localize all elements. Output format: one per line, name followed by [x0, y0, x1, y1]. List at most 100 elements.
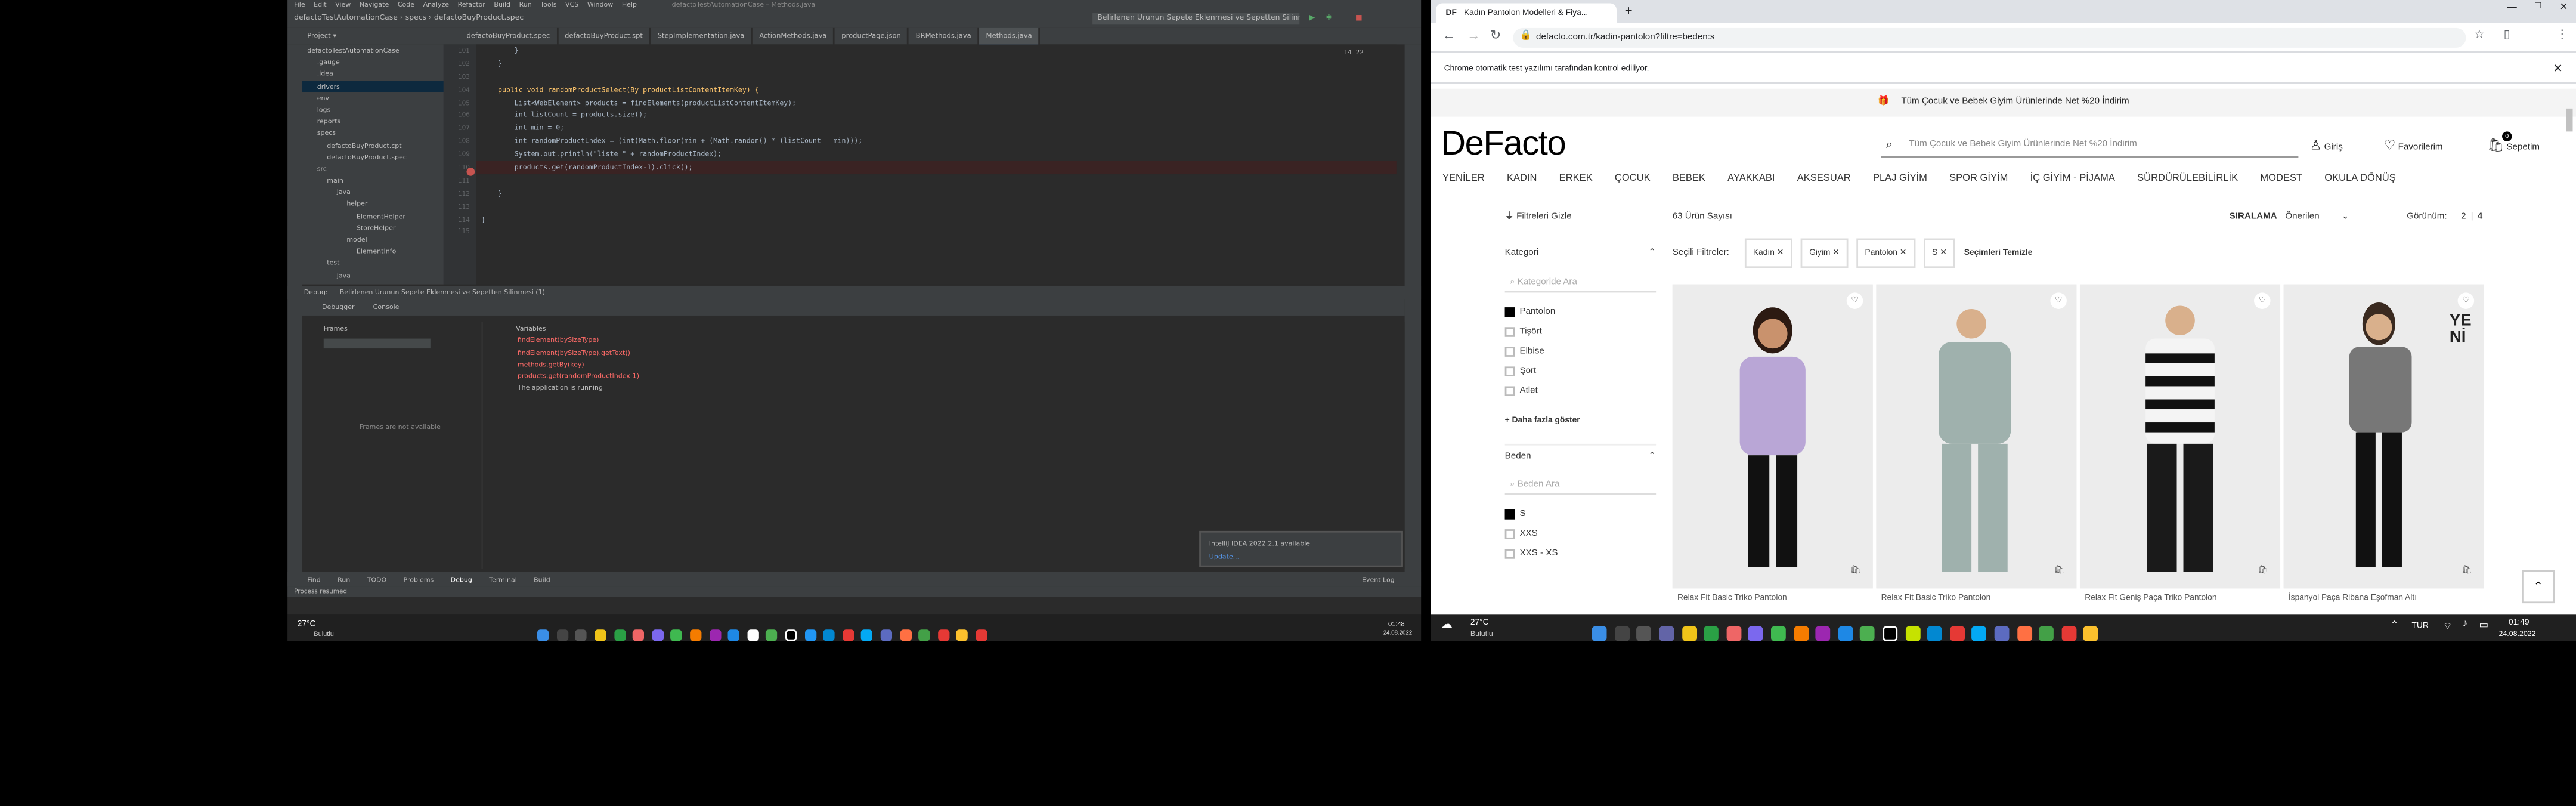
app-icon[interactable] — [1860, 626, 1875, 642]
intellij-icon[interactable] — [785, 629, 797, 642]
filter-chip[interactable]: Kadın ✕ — [1745, 238, 1792, 268]
filter-chip[interactable]: Giyim ✕ — [1801, 238, 1848, 268]
task-view-icon[interactable] — [575, 629, 587, 642]
tree-item[interactable]: .gauge — [302, 56, 444, 68]
product-card[interactable]: ♡ 🛍 — [1876, 284, 2077, 589]
chrome-icon[interactable] — [956, 629, 968, 642]
tree-item[interactable]: main — [302, 174, 444, 186]
tree-item[interactable]: src — [302, 162, 444, 174]
app-icon[interactable] — [614, 629, 626, 642]
tab-defactobuyproduct-spec[interactable]: defactoBuyProduct.spec — [460, 27, 559, 45]
app-icon[interactable] — [633, 629, 645, 642]
variable-row[interactable]: methods.getBy(key) — [509, 358, 1405, 370]
infobar-close-icon[interactable]: ✕ — [2553, 56, 2562, 84]
tree-item[interactable]: java — [302, 186, 444, 198]
checkbox-checked[interactable] — [1504, 306, 1515, 317]
menu-item[interactable]: SPOR GİYİM — [1949, 174, 2008, 184]
language-indicator[interactable]: TUR — [2411, 621, 2428, 631]
cart-link[interactable]: 🛍 0 Sepetim — [2487, 131, 2540, 153]
menu-item[interactable]: AYAKKABI — [1727, 174, 1775, 184]
scroll-to-top-button[interactable]: ⌃ — [2522, 570, 2555, 604]
search-icon[interactable] — [1614, 626, 1630, 642]
menu-item[interactable]: ERKEK — [1559, 174, 1593, 184]
toolwindow-todo[interactable]: TODO — [367, 575, 387, 583]
size-option[interactable]: XXS — [1504, 524, 1656, 544]
tree-item[interactable]: helper — [302, 198, 444, 210]
app-icon[interactable] — [1949, 626, 1965, 642]
tab-stepimplementation[interactable]: StepImplementation.java — [651, 27, 753, 45]
toolwindow-find[interactable]: Find — [307, 575, 321, 583]
sidepanel-icon[interactable]: ▯ — [2504, 28, 2510, 41]
app-icon[interactable] — [1816, 626, 1831, 642]
checkbox[interactable] — [1504, 326, 1515, 336]
breadcrumb-project[interactable]: defactoTestAutomationCase — [294, 15, 398, 23]
minimize-icon[interactable]: — — [2507, 4, 2517, 14]
checkbox[interactable] — [1504, 366, 1515, 376]
app-icon[interactable] — [766, 629, 778, 642]
menu-vcs[interactable]: VCS — [565, 0, 578, 8]
toolwindow-run[interactable]: Run — [338, 575, 350, 583]
category-option[interactable]: Atlet — [1504, 381, 1656, 401]
app-icon[interactable] — [1748, 626, 1764, 642]
tab-defactobuyproduct-spt[interactable]: defactoBuyProduct.spt — [558, 27, 651, 45]
app-icon[interactable] — [690, 629, 702, 642]
tree-item[interactable]: defactoBuyProduct.cpt — [302, 139, 444, 151]
explorer-icon[interactable] — [1682, 626, 1697, 642]
favorite-heart-icon[interactable]: ♡ — [1846, 292, 1863, 309]
menu-tools[interactable]: Tools — [540, 0, 556, 8]
tab-console[interactable]: Console — [373, 302, 400, 311]
menu-item[interactable]: KADIN — [1507, 174, 1537, 184]
tree-item[interactable]: logs — [302, 103, 444, 115]
app-icon[interactable] — [652, 629, 664, 642]
product-name[interactable]: Relax Fit Basic Triko Pantolon — [1677, 594, 1787, 604]
explorer-icon[interactable] — [595, 629, 606, 642]
app-icon[interactable] — [804, 629, 816, 642]
reload-icon[interactable]: ↻ — [1490, 28, 1501, 43]
add-to-cart-icon[interactable]: 🛍 — [2052, 564, 2067, 579]
tree-item[interactable]: test — [302, 257, 444, 269]
menu-help[interactable]: Help — [622, 0, 637, 8]
thread-select[interactable] — [323, 338, 431, 349]
tray-chevron-icon[interactable]: ⌃ — [2391, 620, 2399, 631]
menu-file[interactable]: File — [294, 0, 305, 8]
lock-icon[interactable]: 🔒 — [1519, 30, 1532, 41]
add-to-cart-icon[interactable]: 🛍 — [2256, 564, 2271, 579]
chrome-icon[interactable] — [2061, 626, 2076, 642]
browser-tab[interactable]: DF Kadın Pantolon Modelleri & Fiya... — [1435, 3, 1617, 23]
toolwindow-problems[interactable]: Problems — [404, 575, 434, 583]
menu-item[interactable]: OKULA DÖNÜŞ — [2324, 174, 2395, 184]
variable-row[interactable]: findElement(bySizeType) — [509, 334, 1405, 346]
volume-icon[interactable]: ♪ — [2463, 620, 2467, 630]
app-icon[interactable] — [1726, 626, 1742, 642]
wifi-icon[interactable]: ⌔ — [2443, 620, 2453, 633]
tree-item[interactable]: StoreHelper — [302, 221, 444, 233]
view-option-2[interactable]: 2 — [2461, 205, 2466, 228]
checkbox[interactable] — [1504, 528, 1515, 539]
tree-item[interactable]: env — [302, 92, 444, 104]
new-tab-icon[interactable]: + — [1625, 4, 1633, 18]
size-section-header[interactable]: Beden ⌃ — [1504, 443, 1657, 467]
battery-icon[interactable]: ▭ — [2479, 620, 2488, 631]
menu-navigate[interactable]: Navigate — [360, 0, 389, 8]
debug-icon[interactable]: ✱ — [1326, 10, 1332, 28]
category-option[interactable]: Pantolon — [1504, 302, 1656, 322]
intellij-icon[interactable] — [1883, 626, 1898, 642]
login-link[interactable]: ♙ Giriş — [2310, 138, 2343, 153]
tab-methods[interactable]: Methods.java — [979, 27, 1041, 47]
chrome-menu-icon[interactable]: ⋮ — [2556, 28, 2568, 41]
chrome-icon[interactable] — [937, 629, 949, 642]
site-search-input[interactable]: ⌕ Tüm Çocuk ve Bebek Giyim Ürünlerinde N… — [1881, 133, 2299, 158]
stop-icon[interactable]: ■ — [1355, 10, 1363, 28]
menu-code[interactable]: Code — [398, 0, 414, 8]
show-more-link[interactable]: + Daha fazla göster — [1505, 411, 1656, 431]
app-icon[interactable] — [1704, 626, 1719, 642]
checkbox[interactable] — [1504, 548, 1515, 558]
product-name[interactable]: İspanyol Paça Ribana Eşofman Altı — [2289, 594, 2417, 604]
menu-item[interactable]: PLAJ GİYİM — [1873, 174, 1927, 184]
size-search-input[interactable]: ⌕ Beden Ara — [1504, 475, 1657, 495]
tree-item[interactable]: specs — [302, 127, 444, 139]
tree-item[interactable]: ElementInfo — [302, 245, 444, 257]
forward-icon[interactable]: → — [1467, 28, 1480, 43]
tree-item[interactable]: java — [302, 269, 444, 281]
category-option[interactable]: Şort — [1504, 362, 1656, 381]
